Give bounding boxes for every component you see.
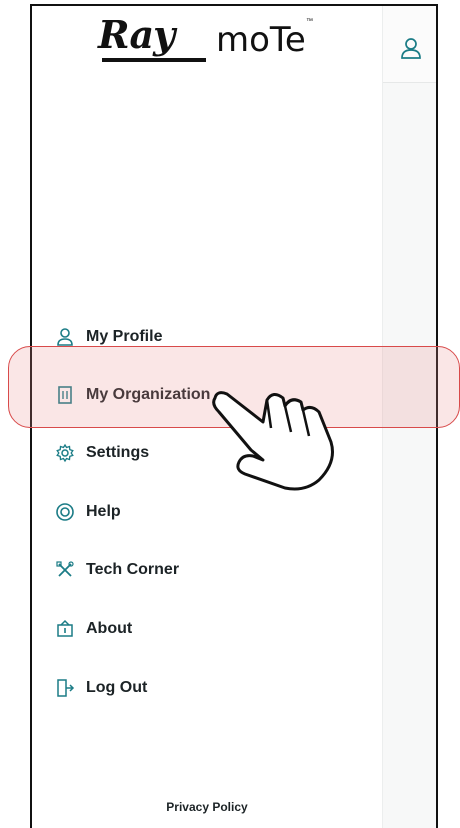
menu-item-label: Help [86, 503, 121, 520]
menu-item-tech-corner[interactable]: Tech Corner [54, 555, 179, 585]
lifebuoy-icon [54, 501, 76, 523]
logo-underline [102, 58, 206, 62]
pointing-hand-icon [205, 382, 355, 498]
menu-item-label: Log Out [86, 679, 148, 696]
tools-icon [54, 559, 76, 581]
gear-icon [54, 442, 76, 464]
menu-item-log-out[interactable]: Log Out [54, 673, 147, 703]
menu-item-label: Settings [86, 444, 150, 461]
logo-brand-primary: Ray [98, 12, 175, 57]
menu-item-label: About [86, 620, 133, 637]
logo-brand-secondary: moTe [216, 20, 306, 60]
menu-item-about[interactable]: About [54, 614, 132, 644]
raymote-logo: Ray moTe ™ [98, 12, 328, 70]
menu-item-help[interactable]: Help [54, 497, 121, 527]
top-bar [383, 6, 436, 83]
menu-item-label: My Profile [86, 328, 163, 345]
profile-icon[interactable] [399, 36, 423, 60]
privacy-policy-link[interactable]: Privacy Policy [32, 800, 382, 814]
info-icon [54, 618, 76, 640]
user-icon [54, 326, 76, 348]
logo-trademark: ™ [306, 18, 313, 25]
menu-item-settings[interactable]: Settings [54, 438, 149, 468]
logout-icon [54, 677, 76, 699]
menu-item-label: Tech Corner [86, 561, 180, 578]
